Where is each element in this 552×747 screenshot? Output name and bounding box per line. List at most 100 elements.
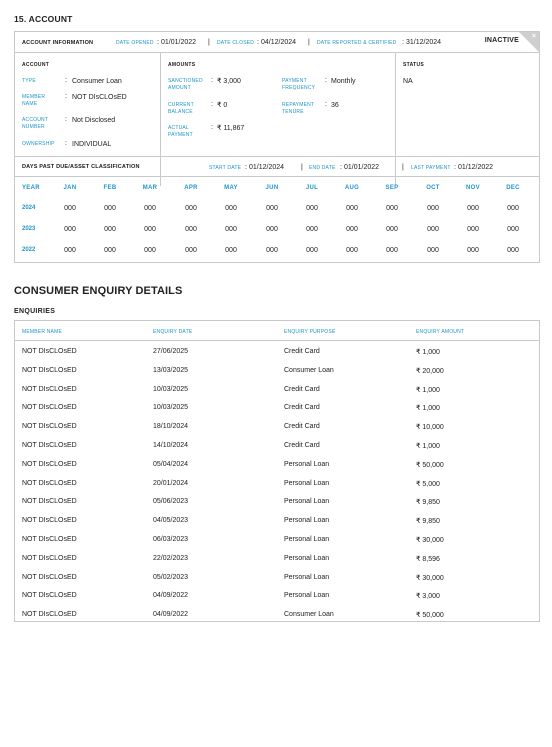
dpd-cell: 000 xyxy=(306,226,318,233)
colon: : xyxy=(211,77,213,84)
enquiry-amount-cell: ₹ 50,000 xyxy=(416,461,444,469)
status-column-heading: STATUS xyxy=(403,62,425,68)
member-name-cell: NOT DIsCLOsED xyxy=(22,554,77,562)
separator: | xyxy=(301,164,303,171)
enquiry-purpose-cell: Consumer Loan xyxy=(284,611,334,619)
current-balance-label: CURRENT BALANCE xyxy=(168,102,194,115)
repayment-tenure-label: REPAYMENT TENURE xyxy=(282,102,315,115)
enquiry-date-cell: 27/06/2025 xyxy=(153,348,189,355)
date-closed-value: 04/12/2024 xyxy=(261,39,297,46)
colon: : xyxy=(325,101,327,108)
start-date-value: 01/12/2024 xyxy=(249,164,285,171)
dpd-cell: 000 xyxy=(64,226,76,233)
dpd-cell: 000 xyxy=(306,205,318,212)
enquiry-date-cell: 14/10/2024 xyxy=(153,442,189,449)
member-name-cell: NOT DIsCLOsED xyxy=(22,385,77,393)
enquiry-amount-cell: ₹ 50,000 xyxy=(416,612,444,620)
member-name-cell: NOT DIsCLOsED xyxy=(22,404,77,412)
account-number-value: Not Disclosed xyxy=(72,117,116,124)
dpd-year: 2024 xyxy=(22,205,36,211)
member-name-cell: NOT DIsCLOsED xyxy=(22,611,77,619)
enquiry-amount-cell: ₹ 10,000 xyxy=(416,424,444,432)
dpd-row: 2024 000 000 000 000 000 000 000 000 000… xyxy=(15,205,539,217)
dpd-cell: 000 xyxy=(64,205,76,212)
dpd-cell: 000 xyxy=(266,226,278,233)
enquiry-purpose-cell: Credit Card xyxy=(284,385,320,393)
enquiry-date-cell: 22/02/2023 xyxy=(153,554,189,562)
month-header: MAR xyxy=(142,185,158,191)
enquiry-purpose-cell: Personal Loan xyxy=(284,554,330,562)
dpd-cell: 000 xyxy=(427,226,439,233)
account-section-title: 15. ACCOUNT xyxy=(14,14,73,24)
payment-frequency-label: PAYMENT FREQUENCY xyxy=(282,78,316,91)
separator: | xyxy=(208,39,210,46)
table-row: NOT DIsCLOsED 13/03/2025 Consumer Loan ₹ 20… xyxy=(15,367,539,385)
repayment-tenure-value: 36 xyxy=(331,102,339,109)
ownership-label: OWNERSHIP xyxy=(22,141,55,147)
date-reported-label: DATE REPORTED & CERTIFIED xyxy=(317,40,397,46)
close-icon[interactable]: × xyxy=(532,33,536,40)
enquiries-subtitle: ENQUIRIES xyxy=(14,308,56,315)
account-card: ACCOUNT INFORMATION DATE OPENED : 01/01/… xyxy=(14,31,540,263)
member-name-cell: NOT DIsCLOsED xyxy=(22,592,77,600)
colon: : xyxy=(211,101,213,108)
enquiry-purpose-cell: Personal Loan xyxy=(284,517,330,525)
date-opened-value: 01/01/2022 xyxy=(161,39,197,46)
month-header: MAY xyxy=(224,185,238,191)
month-header: NOV xyxy=(466,185,480,191)
status-badge: INACTIVE xyxy=(484,37,519,44)
account-info-label: ACCOUNT INFORMATION xyxy=(22,40,94,46)
enquiry-purpose-cell: Credit Card xyxy=(284,423,320,431)
enquiry-date-cell: 10/03/2025 xyxy=(153,385,189,393)
dpd-cell: 000 xyxy=(144,247,156,254)
amounts-column-heading: AMOUNTS xyxy=(168,62,196,68)
last-payment-value: 01/12/2022 xyxy=(458,164,494,171)
enquiry-purpose-cell: Credit Card xyxy=(284,442,320,449)
member-name-cell: NOT DIsCLOsED xyxy=(22,536,77,543)
table-row: NOT DIsCLOsED 18/10/2024 Credit Card ₹ 10,0… xyxy=(15,423,539,441)
table-row: NOT DIsCLOsED 20/01/2024 Personal Loan ₹ 5,… xyxy=(15,480,539,498)
enquiry-amount-cell: ₹ 1,000 xyxy=(416,405,440,413)
colon: : xyxy=(325,77,327,84)
end-date-label: END DATE xyxy=(309,165,336,171)
enquiry-amount-cell: ₹ 1,000 xyxy=(416,386,440,394)
actual-payment-label: ACTUAL PAYMENT xyxy=(168,125,193,138)
enquiry-purpose-cell: Consumer Loan xyxy=(284,366,334,374)
dpd-cell: 000 xyxy=(266,205,278,212)
dpd-cell: 000 xyxy=(225,247,237,254)
separator: | xyxy=(402,164,404,171)
dpd-cell: 000 xyxy=(346,247,358,254)
sanctioned-amount-label: SANCTIONED AMOUNT xyxy=(168,78,203,91)
current-balance-value: ₹ 0 xyxy=(217,102,228,109)
dpd-header-row: YEAR JAN FEB MAR APR MAY JUN JUL AUG SEP… xyxy=(15,185,539,197)
member-name-cell: NOT DIsCLOsED xyxy=(22,460,77,468)
year-header: YEAR xyxy=(22,185,40,191)
dpd-row: 2023 000 000 000 000 000 000 000 000 000… xyxy=(15,226,539,238)
month-header: APR xyxy=(184,185,198,191)
dpd-cell: 000 xyxy=(185,226,197,233)
member-name-cell: NOT DIsCLOsED xyxy=(22,366,77,374)
table-row: NOT DIsCLOsED 14/10/2024 Credit Card ₹ 1,00… xyxy=(15,442,539,460)
enquiry-amount-cell: ₹ 30,000 xyxy=(416,574,444,582)
column-header-enquiry-date: ENQUIRY DATE xyxy=(153,329,193,335)
dpd-year: 2022 xyxy=(22,247,36,253)
month-header: JAN xyxy=(63,185,77,191)
enquiries-header-row: MEMBER NAME ENQUIRY DATE ENQUIRY PURPOSE… xyxy=(15,321,539,341)
enquiry-date-cell: 05/02/2023 xyxy=(153,573,189,581)
close-corner[interactable] xyxy=(519,32,539,52)
column-header-enquiry-amount: ENQUIRY AMOUNT xyxy=(416,329,465,335)
table-row: NOT DIsCLOsED 05/02/2023 Personal Loan ₹ 30… xyxy=(15,574,539,592)
payment-frequency-value: Monthly xyxy=(331,78,356,85)
table-row: NOT DIsCLOsED 04/05/2023 Personal Loan ₹ 9,… xyxy=(15,517,539,535)
member-name-cell: NOT DIsCLOsED xyxy=(22,517,77,525)
dpd-cell: 000 xyxy=(467,205,479,212)
member-name-label: MEMBER NAME xyxy=(22,94,46,107)
colon: : xyxy=(257,39,259,46)
dpd-cell: 000 xyxy=(104,247,116,254)
table-row: NOT DIsCLOsED 06/03/2023 Personal Loan ₹ 30… xyxy=(15,536,539,554)
enquiry-date-cell: 06/03/2023 xyxy=(153,536,189,543)
enquiry-purpose-cell: Personal Loan xyxy=(284,498,330,506)
enquiry-amount-cell: ₹ 1,000 xyxy=(416,349,440,356)
dpd-cell: 000 xyxy=(144,205,156,212)
member-name-cell: NOT DIsCLOsED xyxy=(22,423,77,431)
